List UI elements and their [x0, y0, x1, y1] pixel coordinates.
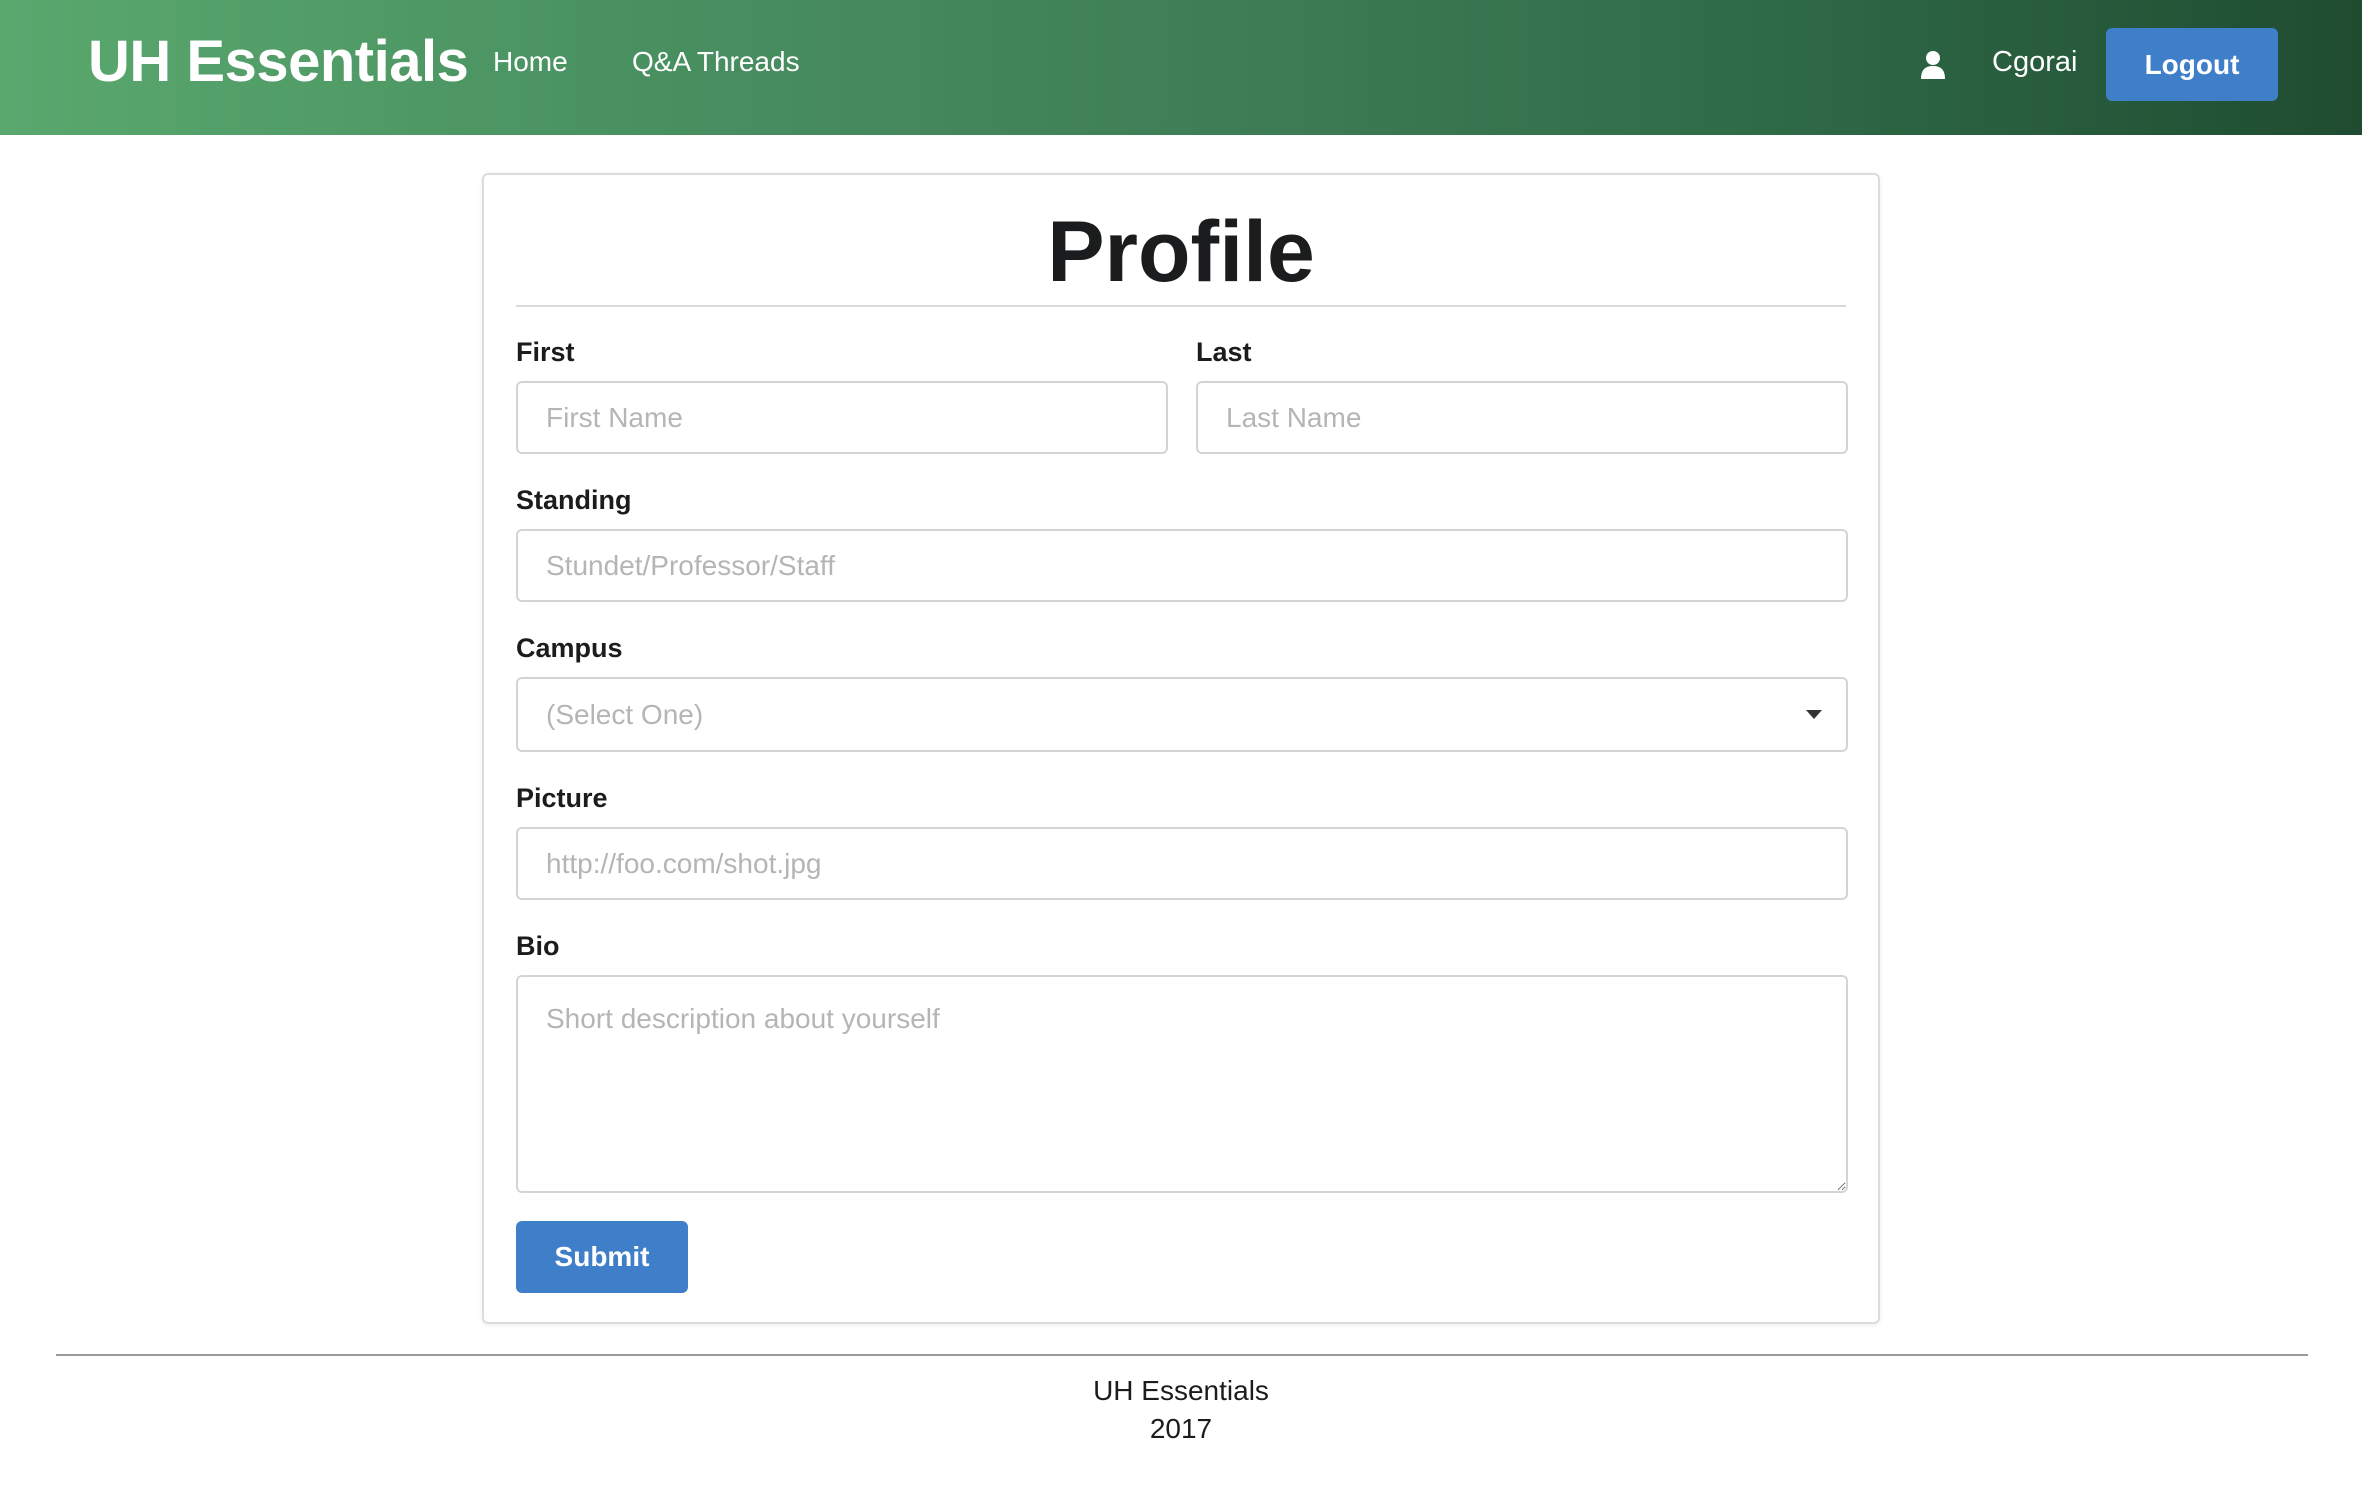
- campus-label: Campus: [516, 633, 623, 663]
- profile-form-card: Profile First Last Standing Campus (Sele…: [482, 173, 1880, 1324]
- campus-select[interactable]: (Select One): [516, 677, 1848, 752]
- nav-home-link[interactable]: Home: [493, 46, 568, 78]
- user-icon: [1921, 51, 1945, 79]
- standing-label: Standing: [516, 485, 632, 515]
- campus-selected-value: (Select One): [546, 699, 704, 730]
- picture-label: Picture: [516, 783, 608, 813]
- first-name-label: First: [516, 337, 575, 367]
- username-label: Cgorai: [1992, 46, 2078, 78]
- picture-url-input[interactable]: [516, 827, 1848, 900]
- submit-button[interactable]: Submit: [516, 1221, 688, 1293]
- bio-label: Bio: [516, 931, 560, 961]
- first-name-input[interactable]: [516, 381, 1168, 454]
- last-name-input[interactable]: [1196, 381, 1848, 454]
- bio-textarea[interactable]: [516, 975, 1848, 1193]
- dropdown-caret-icon: [1806, 710, 1822, 719]
- top-navbar: UH Essentials Home Q&A Threads Cgorai Lo…: [0, 0, 2362, 135]
- logout-button[interactable]: Logout: [2106, 28, 2278, 101]
- footer-year: 2017: [1149, 1413, 1213, 1444]
- nav-qa-threads-link[interactable]: Q&A Threads: [632, 46, 800, 78]
- footer-title: UH Essentials: [1093, 1375, 1269, 1406]
- footer-divider: [56, 1354, 2308, 1356]
- title-divider: [516, 305, 1846, 307]
- last-name-label: Last: [1196, 337, 1252, 367]
- brand-logo[interactable]: UH Essentials: [88, 28, 469, 95]
- page-title: Profile: [1047, 204, 1315, 300]
- standing-input[interactable]: [516, 529, 1848, 602]
